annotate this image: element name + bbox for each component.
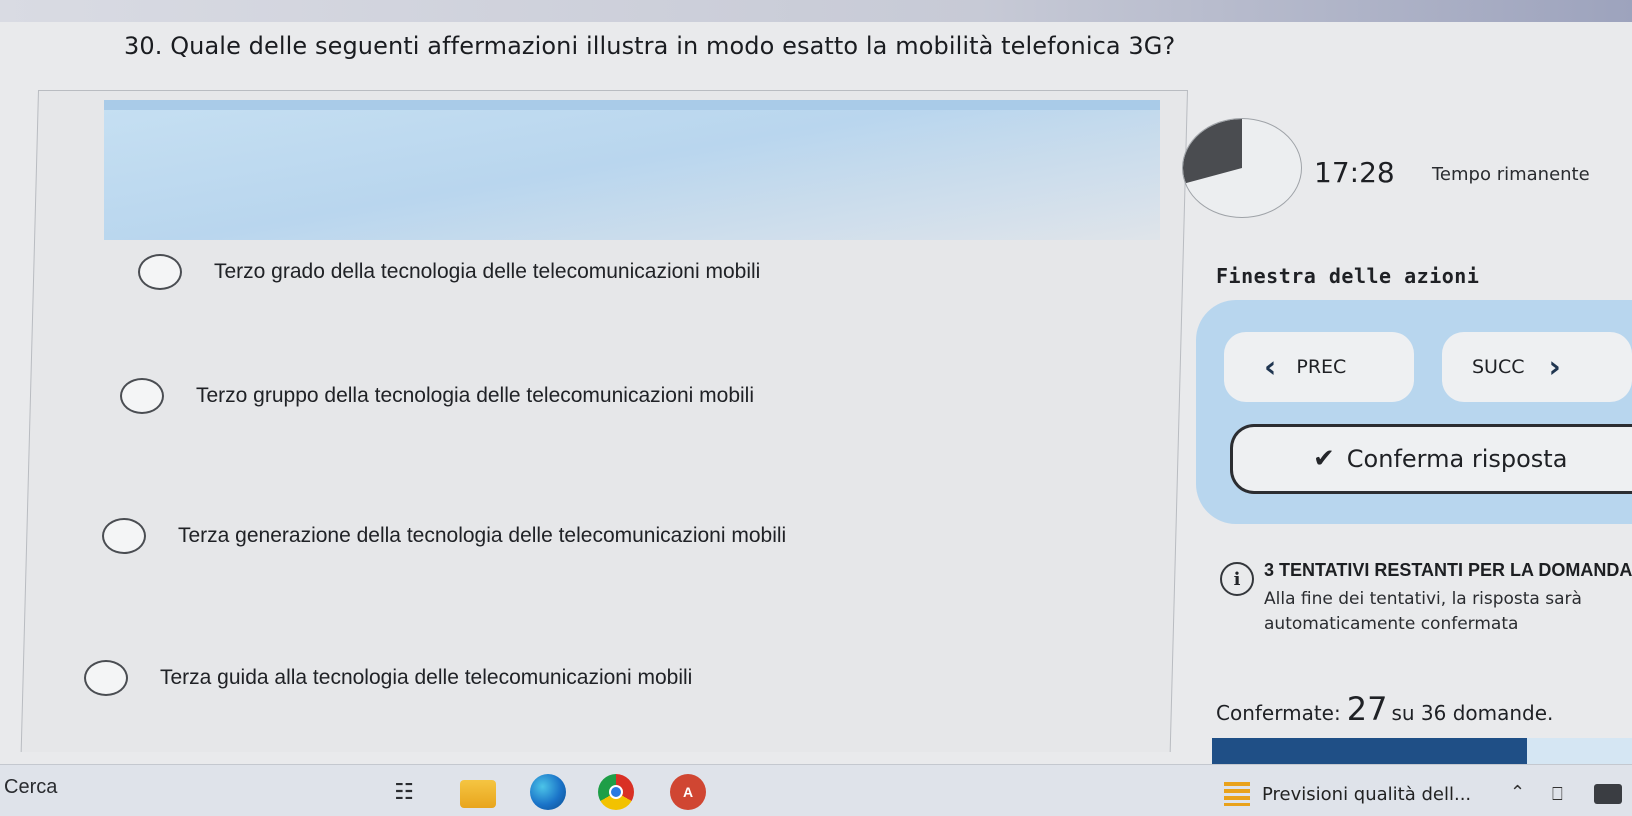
attempts-info-text: Alla fine dei tentativi, la risposta sar… xyxy=(1264,589,1582,634)
info-icon: i xyxy=(1220,562,1254,596)
file-explorer-icon[interactable] xyxy=(460,780,496,808)
app-icon-letter: A xyxy=(682,784,694,800)
radio-button[interactable] xyxy=(102,518,146,554)
question-text: 30. Quale delle seguenti affermazioni il… xyxy=(124,32,1176,60)
answer-option-label: Terzo grado della tecnologia delle telec… xyxy=(214,260,761,283)
tray-app-icon[interactable]: ⎕ xyxy=(1552,784,1563,805)
attempts-remaining-title: 3 TENTATIVI RESTANTI PER LA DOMANDA xyxy=(1264,560,1632,580)
prev-button[interactable]: ‹ PREC xyxy=(1224,332,1414,402)
chevron-left-icon: ‹ xyxy=(1264,349,1277,385)
confirmed-suffix: su 36 domande. xyxy=(1391,701,1554,725)
tray-chevron-up-icon[interactable]: ⌃ xyxy=(1510,782,1525,803)
weather-widget-text[interactable]: Previsioni qualità dell... xyxy=(1262,784,1471,805)
answer-option-2[interactable]: Terzo gruppo della tecnologia delle tele… xyxy=(120,378,754,414)
answer-option-4[interactable]: Terza guida alla tecnologia delle teleco… xyxy=(84,660,692,696)
taskbar-search[interactable]: Cerca xyxy=(4,776,57,799)
answer-option-label: Terza generazione della tecnologia delle… xyxy=(178,524,787,547)
next-button-label: SUCC xyxy=(1472,356,1525,378)
answer-option-label: Terzo gruppo della tecnologia delle tele… xyxy=(196,384,754,407)
confirmed-counter: Confermate: 27 su 36 domande. xyxy=(1216,690,1553,728)
chrome-browser-icon[interactable] xyxy=(598,774,634,810)
timer-value: 17:28 xyxy=(1314,156,1395,189)
answer-option-1[interactable]: Terzo grado della tecnologia delle telec… xyxy=(138,254,760,290)
checkmark-icon: ✔ xyxy=(1313,444,1335,474)
prev-button-label: PREC xyxy=(1296,356,1347,378)
timer-pie xyxy=(1182,118,1302,218)
edge-browser-icon[interactable] xyxy=(530,774,566,810)
answers-header-band xyxy=(104,100,1160,240)
chevron-right-icon: › xyxy=(1548,349,1561,385)
confirm-answer-label: Conferma risposta xyxy=(1346,445,1568,473)
top-strip xyxy=(0,0,1632,22)
tray-display-icon[interactable] xyxy=(1594,784,1622,804)
actions-title: Finestra delle azioni xyxy=(1216,264,1480,288)
confirm-answer-button[interactable]: ✔ Conferma risposta xyxy=(1230,424,1632,494)
timer-elapsed-slice xyxy=(1183,119,1242,184)
timer-label: Tempo rimanente xyxy=(1432,164,1590,185)
answer-option-3[interactable]: Terza generazione della tecnologia delle… xyxy=(102,518,786,554)
next-button[interactable]: SUCC › xyxy=(1442,332,1632,402)
confirmed-count: 27 xyxy=(1346,690,1388,728)
radio-button[interactable] xyxy=(120,378,164,414)
app-icon[interactable]: A xyxy=(670,774,706,810)
radio-button[interactable] xyxy=(84,660,128,696)
confirmed-prefix: Confermate: xyxy=(1216,701,1341,725)
weather-icon[interactable] xyxy=(1224,782,1250,806)
radio-button[interactable] xyxy=(138,254,182,290)
task-view-icon[interactable]: ☷ xyxy=(386,774,422,810)
answer-option-label: Terza guida alla tecnologia delle teleco… xyxy=(160,666,693,689)
